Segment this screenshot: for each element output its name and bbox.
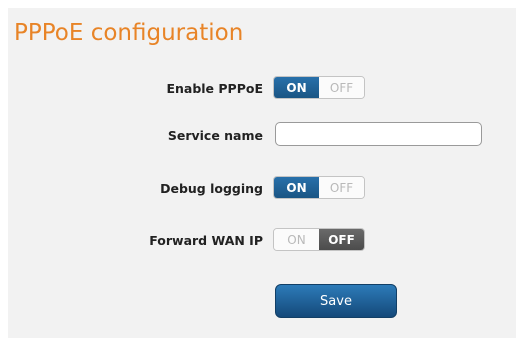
forward-wan-ip-off-option[interactable]: OFF	[319, 229, 364, 250]
enable-pppoe-label: Enable PPPoE	[166, 81, 263, 96]
enable-pppoe-on-option[interactable]: ON	[274, 77, 319, 98]
debug-logging-on-option[interactable]: ON	[274, 177, 319, 198]
debug-logging-toggle[interactable]: ON OFF	[273, 176, 365, 199]
page-title: PPPoE configuration	[14, 20, 244, 46]
debug-logging-off-option[interactable]: OFF	[319, 177, 364, 198]
save-button[interactable]: Save	[275, 284, 397, 318]
service-name-input[interactable]	[275, 122, 482, 146]
service-name-label: Service name	[167, 128, 263, 143]
pppoe-config-panel: PPPoE configuration Enable PPPoE ON OFF …	[8, 8, 516, 338]
forward-wan-ip-label: Forward WAN IP	[149, 233, 263, 248]
enable-pppoe-toggle[interactable]: ON OFF	[273, 76, 365, 99]
forward-wan-ip-on-option[interactable]: ON	[274, 229, 319, 250]
debug-logging-label: Debug logging	[160, 181, 263, 196]
forward-wan-ip-toggle[interactable]: ON OFF	[273, 228, 365, 251]
enable-pppoe-off-option[interactable]: OFF	[319, 77, 364, 98]
